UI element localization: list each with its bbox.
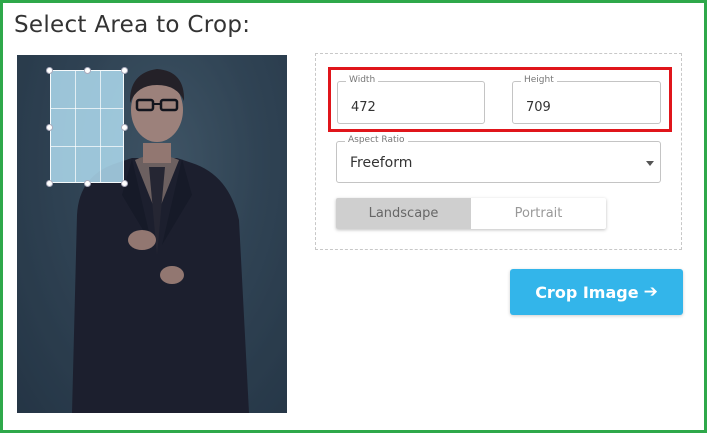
crop-grid-line	[51, 108, 123, 109]
crop-grid-line	[75, 71, 76, 182]
arrow-right-icon: ➔	[643, 282, 658, 302]
crop-handle-top-right[interactable]	[121, 67, 128, 74]
crop-grid-line	[100, 71, 101, 182]
crop-image-label: Crop Image	[535, 282, 639, 302]
crop-handle-bottom-left[interactable]	[46, 180, 53, 187]
crop-image-button[interactable]: Crop Image ➔	[510, 269, 683, 315]
crop-selection-box[interactable]	[50, 70, 124, 183]
crop-grid-line	[51, 146, 123, 147]
dimension-highlight	[328, 67, 672, 132]
portrait-option[interactable]: Portrait	[471, 198, 606, 229]
landscape-option[interactable]: Landscape	[336, 198, 471, 229]
crop-handle-bottom[interactable]	[84, 180, 91, 187]
orientation-toggle: Landscape Portrait	[336, 198, 606, 229]
dropdown-caret-icon	[646, 161, 654, 166]
crop-handle-top[interactable]	[84, 67, 91, 74]
crop-handle-right[interactable]	[121, 124, 128, 131]
aspect-ratio-select[interactable]: Aspect Ratio Freeform	[336, 135, 661, 183]
crop-handle-bottom-right[interactable]	[121, 180, 128, 187]
aspect-ratio-label: Aspect Ratio	[345, 135, 408, 145]
page-title: Select Area to Crop:	[14, 12, 251, 38]
crop-handle-left[interactable]	[46, 124, 53, 131]
aspect-ratio-value: Freeform	[350, 155, 413, 171]
crop-handle-top-left[interactable]	[46, 67, 53, 74]
